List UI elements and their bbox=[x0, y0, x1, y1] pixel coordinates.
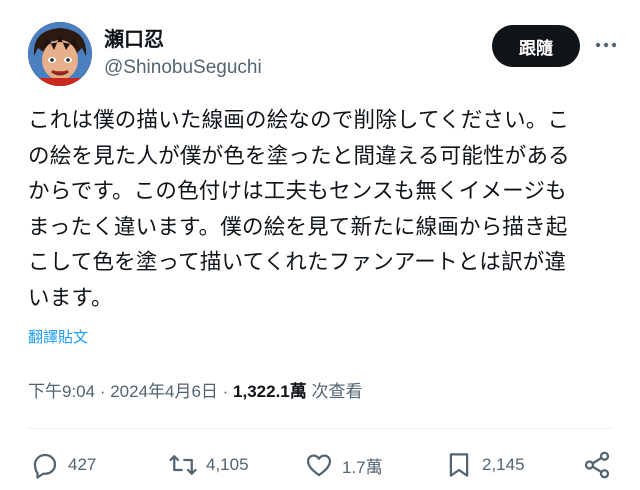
retweet-button[interactable]: 4,105 bbox=[168, 448, 249, 482]
like-button[interactable]: 1.7萬 bbox=[304, 448, 383, 482]
avatar-image bbox=[28, 22, 92, 86]
more-icon[interactable] bbox=[594, 33, 618, 57]
reply-icon bbox=[33, 453, 57, 479]
bookmark-count: 2,145 bbox=[482, 455, 525, 474]
translate-post-link[interactable]: 翻譯貼文 bbox=[28, 326, 88, 347]
user-name-block: 瀬口忍 @ShinobuSeguchi bbox=[104, 28, 262, 80]
action-bar: 427 4,105 1.7萬 2,145 bbox=[30, 448, 612, 482]
tweet-text: これは僕の描いた線画の絵なので削除してください。こ の絵を見た人が僕が色を塗った… bbox=[28, 103, 618, 316]
tweet-line: の絵を見た人が僕が色を塗ったと間違える可能性がある bbox=[28, 143, 570, 169]
reply-button[interactable]: 427 bbox=[30, 448, 96, 482]
tweet-line: まったく違います。僕の絵を見て新たに線画から描き起 bbox=[28, 214, 568, 240]
retweet-count: 4,105 bbox=[206, 455, 249, 474]
post-time[interactable]: 下午9:04 bbox=[28, 382, 95, 401]
bookmark-button[interactable]: 2,145 bbox=[444, 448, 525, 482]
tweet-line: います。 bbox=[28, 285, 113, 311]
share-icon bbox=[584, 451, 610, 479]
tweet-line: からです。この色付けは工夫もセンスも無くイメージも bbox=[28, 179, 567, 204]
follow-button[interactable]: 跟隨 bbox=[492, 25, 580, 67]
avatar[interactable] bbox=[28, 22, 92, 86]
user-handle[interactable]: @ShinobuSeguchi bbox=[104, 56, 262, 80]
like-icon bbox=[306, 454, 332, 477]
meta-separator: · bbox=[217, 382, 234, 401]
reply-count: 427 bbox=[68, 455, 97, 474]
meta-separator: · bbox=[95, 382, 111, 401]
tweet-header: 瀬口忍 @ShinobuSeguchi 跟隨 bbox=[28, 22, 618, 86]
tweet-line: これは僕の描いた線画の絵なので削除してください。こ bbox=[28, 108, 570, 133]
tweet-meta: 下午9:04 · 2024年4月6日 · 1,322.1萬 次查看 bbox=[28, 377, 363, 402]
like-count: 1.7萬 bbox=[342, 457, 383, 477]
post-date[interactable]: 2024年4月6日 bbox=[110, 382, 218, 401]
divider bbox=[28, 428, 612, 429]
views-count: 1,322.1萬 bbox=[233, 382, 307, 401]
display-name[interactable]: 瀬口忍 bbox=[104, 28, 262, 52]
views-label: 次查看 bbox=[306, 382, 363, 401]
share-button[interactable] bbox=[582, 448, 620, 482]
retweet-icon bbox=[169, 455, 197, 475]
bookmark-icon bbox=[449, 453, 469, 477]
tweet-line: こして色を塗って描いてくれたファンアートとは訳が違 bbox=[28, 250, 567, 275]
